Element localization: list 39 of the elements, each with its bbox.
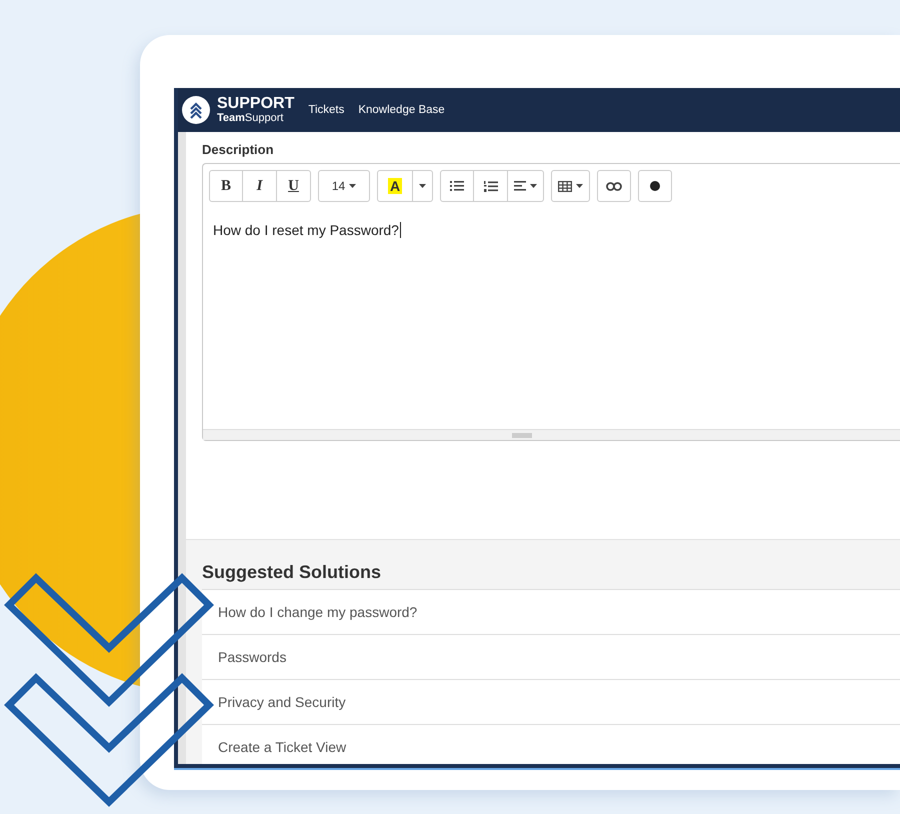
caret-icon — [530, 184, 537, 188]
caret-icon — [419, 184, 426, 188]
table-dropdown[interactable] — [551, 170, 590, 202]
solution-link[interactable]: Privacy and Security — [202, 679, 900, 724]
logo-subtitle: TeamSupport — [217, 113, 284, 124]
italic-button[interactable]: I — [243, 170, 277, 202]
font-size-value: 14 — [332, 179, 346, 193]
caret-icon — [576, 184, 583, 188]
editor-text: How do I reset my Password? — [213, 222, 399, 238]
text-editor[interactable]: B I U 14 A How do I reset my Password? — [202, 163, 900, 441]
link-button[interactable] — [597, 170, 631, 202]
resize-handle[interactable] — [512, 432, 532, 438]
table-icon — [558, 180, 572, 192]
link-icon — [606, 182, 622, 190]
section-heading: Suggested Solutions — [202, 562, 382, 583]
field-label: Description — [202, 142, 275, 157]
font-size-dropdown[interactable]: 14 — [318, 170, 370, 202]
underline-button[interactable]: U — [277, 170, 311, 202]
text-color-button[interactable]: A — [377, 170, 413, 202]
circle-icon — [650, 181, 660, 191]
caret-icon — [349, 184, 356, 188]
nav-link[interactable]: Knowledge Base — [358, 104, 445, 116]
highlighted-letter: A — [388, 178, 402, 194]
numbered-list-button[interactable] — [474, 170, 508, 202]
align-dropdown[interactable] — [508, 170, 544, 202]
numbered-list-icon — [484, 180, 498, 192]
solution-link[interactable]: How do I change my password? — [202, 589, 900, 634]
logo-icon — [182, 96, 210, 124]
bold-button[interactable]: B — [209, 170, 243, 202]
solution-link[interactable]: Passwords — [202, 634, 900, 679]
bullet-list-icon — [450, 181, 464, 191]
text-cursor — [400, 222, 401, 238]
nav-link[interactable]: Tickets — [308, 104, 344, 116]
bullet-list-button[interactable] — [440, 170, 474, 202]
logo-title: SUPPORT — [217, 96, 294, 112]
color-menu-button[interactable] — [413, 170, 433, 202]
record-button[interactable] — [638, 170, 672, 202]
solution-link[interactable]: Create a Ticket View — [202, 724, 900, 764]
align-left-icon — [514, 181, 526, 191]
